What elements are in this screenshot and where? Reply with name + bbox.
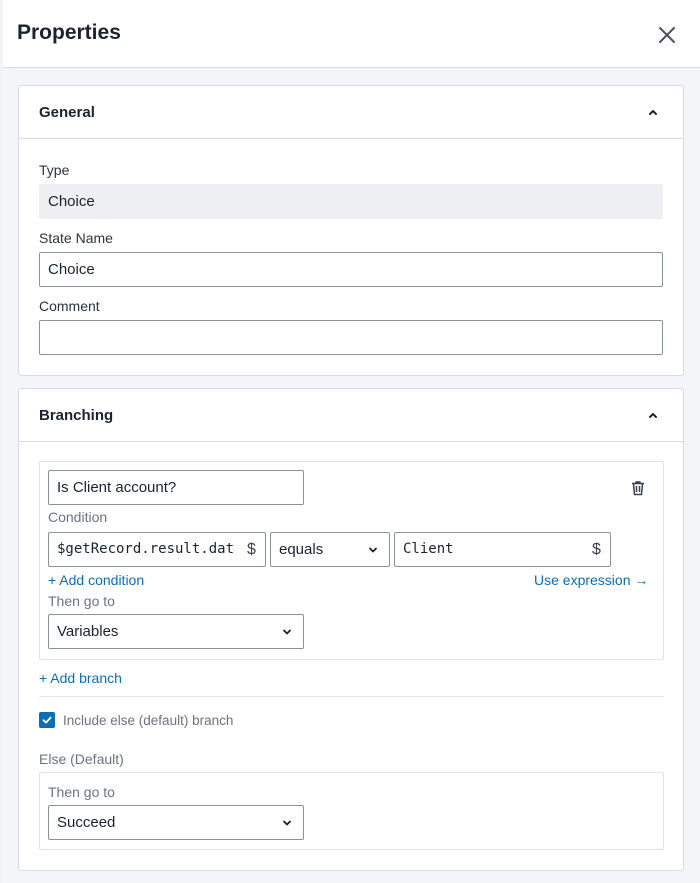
type-field: Choice [39, 184, 663, 219]
delete-branch-button[interactable] [629, 479, 647, 497]
left-operand-input[interactable]: $getRecord.result.dat $ [48, 532, 266, 567]
use-expression-link[interactable]: Use expression → [534, 572, 648, 588]
state-name-input[interactable]: Choice [39, 252, 663, 287]
panel-title: Properties [17, 21, 121, 44]
branch-name-input[interactable]: Is Client account? [48, 470, 304, 505]
include-else-label[interactable]: Include else (default) branch [63, 713, 233, 728]
operator-select[interactable]: equals [270, 532, 390, 567]
collapse-branching-button[interactable] [645, 407, 661, 423]
then-go-to-select[interactable]: Variables [48, 614, 304, 649]
branching-section: Branching Is Client account? Condition $… [18, 388, 684, 871]
properties-panel: Properties General Type Choice State Nam… [3, 0, 700, 883]
trash-icon [632, 481, 644, 496]
condition-label: Condition [48, 509, 108, 525]
close-button[interactable] [654, 22, 680, 48]
chevron-down-icon [283, 820, 291, 826]
type-label: Type [39, 162, 70, 178]
else-then-go-to-value: Succeed [57, 814, 116, 831]
comment-input[interactable] [39, 320, 663, 355]
then-go-to-label: Then go to [48, 593, 115, 609]
operator-value: equals [279, 541, 324, 558]
close-icon [659, 27, 675, 43]
right-variable-picker[interactable]: $ [592, 533, 601, 566]
state-name-label: State Name [39, 230, 113, 246]
add-condition-link[interactable]: + Add condition [48, 572, 144, 588]
checkmark-icon [42, 716, 52, 724]
branching-section-header[interactable]: Branching [19, 389, 683, 442]
general-section-header[interactable]: General [19, 86, 683, 139]
chevron-up-icon [649, 110, 657, 115]
right-operand-input[interactable]: Client $ [394, 532, 611, 567]
chevron-up-icon [649, 413, 657, 418]
left-variable-picker[interactable]: $ [247, 533, 256, 566]
then-go-to-value: Variables [57, 623, 119, 640]
collapse-general-button[interactable] [645, 104, 661, 120]
else-label: Else (Default) [39, 751, 124, 767]
include-else-checkbox[interactable] [39, 712, 55, 728]
branching-section-title: Branching [39, 407, 114, 424]
else-branch-card: Then go to Succeed [39, 772, 664, 850]
else-then-go-to-label: Then go to [48, 784, 115, 800]
add-branch-link[interactable]: + Add branch [39, 670, 122, 686]
chevron-down-icon [283, 629, 291, 635]
branch-card: Is Client account? Condition $getRecord.… [39, 461, 664, 660]
general-section: General Type Choice State Name Choice Co… [18, 85, 684, 376]
panel-header: Properties [3, 0, 700, 68]
else-then-go-to-select[interactable]: Succeed [48, 805, 304, 840]
section-divider [39, 696, 664, 697]
comment-label: Comment [39, 298, 100, 314]
right-operand-value: Client [403, 541, 454, 557]
general-section-title: General [39, 104, 95, 121]
chevron-down-icon [369, 547, 377, 553]
left-operand-value: $getRecord.result.dat [57, 541, 235, 557]
